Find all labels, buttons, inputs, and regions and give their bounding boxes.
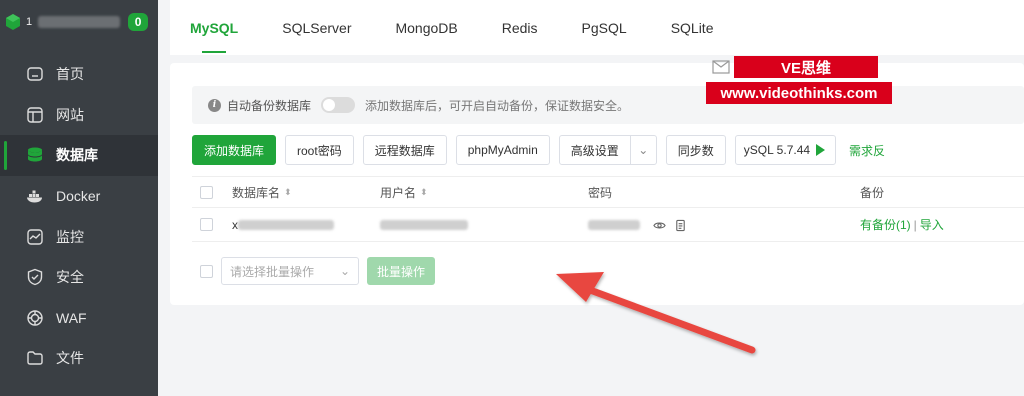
sidebar-menu: 首页 网站 数据库 Docker 监控 安全 WAF 文件 — [0, 54, 158, 379]
copy-icon[interactable] — [674, 219, 687, 232]
column-header-label: 用户名 — [380, 185, 417, 200]
bulk-action-placeholder: 请选择批量操作 — [230, 264, 315, 279]
play-icon — [816, 144, 826, 156]
auto-backup-notice: i 自动备份数据库 添加数据库后，可开启自动备份，保证数据安全。 — [192, 86, 1024, 124]
folder-icon — [27, 351, 43, 366]
shield-icon — [27, 269, 43, 286]
password-cell — [588, 217, 687, 231]
host-redacted — [38, 16, 121, 28]
mysql-version-label: ySQL 5.7.44 — [743, 143, 811, 157]
main-area: MySQL SQLServer MongoDB Redis PgSQL SQLi… — [158, 0, 1024, 396]
bulk-select-checkbox[interactable] — [200, 264, 213, 278]
sidebar-item-security[interactable]: 安全 — [0, 257, 158, 298]
database-table: 数据库名 ⬍ 用户名 ⬍ 密码 备份 x 有备份(1) | 导入 — [192, 176, 1024, 242]
link-separator: | — [913, 218, 917, 232]
watermark-line1: VE思维 — [734, 56, 878, 78]
home-icon — [27, 67, 43, 81]
select-all-checkbox[interactable] — [200, 185, 213, 199]
sidebar-item-database[interactable]: 数据库 — [0, 135, 158, 176]
watermark: VE思维 www.videothinks.com — [706, 56, 892, 106]
sidebar-item-waf[interactable]: WAF — [0, 298, 158, 339]
table-row: x 有备份(1) | 导入 — [192, 208, 1024, 242]
message-count-badge[interactable]: 0 — [128, 13, 149, 31]
root-password-button[interactable]: root密码 — [285, 135, 354, 165]
row-checkbox[interactable] — [200, 218, 213, 231]
auto-backup-label: 自动备份数据库 — [227, 98, 312, 113]
sidebar-item-docker[interactable]: Docker — [0, 176, 158, 217]
column-header-name[interactable]: 数据库名 ⬍ — [232, 184, 292, 201]
sync-button[interactable]: 同步数 — [665, 135, 726, 165]
database-name-redacted — [238, 220, 334, 231]
database-toolbar: 添加数据库 root密码 远程数据库 phpMyAdmin 高级设置 ⌄ 同步数… — [192, 135, 1024, 165]
backup-link[interactable]: 有备份(1) — [860, 218, 911, 232]
column-header-backup: 备份 — [860, 185, 885, 200]
sidebar-item-label: 网站 — [56, 106, 84, 123]
column-header-label: 数据库名 — [232, 185, 281, 200]
database-type-tabs: MySQL SQLServer MongoDB Redis PgSQL SQLi… — [170, 0, 1024, 55]
sidebar-item-label: 文件 — [56, 350, 84, 367]
database-name-cell[interactable]: x — [232, 218, 334, 232]
bulk-action-select[interactable]: 请选择批量操作 ⌄ — [221, 257, 359, 285]
feedback-link[interactable]: 需求反 — [849, 142, 885, 159]
column-header-user[interactable]: 用户名 ⬍ — [380, 184, 428, 201]
auto-backup-hint: 添加数据库后，可开启自动备份，保证数据安全。 — [365, 98, 630, 113]
sidebar-item-label: 监控 — [56, 228, 84, 245]
docker-icon — [27, 190, 42, 203]
sidebar-item-home[interactable]: 首页 — [0, 54, 158, 95]
chevron-down-icon: ⌄ — [339, 264, 350, 278]
sidebar-item-label: 首页 — [56, 66, 84, 83]
sidebar-item-label: 安全 — [56, 269, 84, 286]
sidebar-header: 1 0 — [0, 0, 158, 44]
tab-pgsql[interactable]: PgSQL — [582, 0, 627, 55]
column-header-password: 密码 — [588, 185, 613, 200]
phpmyadmin-button[interactable]: phpMyAdmin — [455, 135, 550, 165]
import-link[interactable]: 导入 — [920, 218, 944, 232]
bulk-actions: 请选择批量操作 ⌄ 批量操作 — [192, 257, 436, 285]
chevron-down-icon: ⌄ — [629, 136, 656, 164]
sort-icon: ⬍ — [420, 186, 428, 197]
bulk-action-button[interactable]: 批量操作 — [367, 257, 436, 285]
eye-icon[interactable] — [653, 219, 667, 232]
sidebar-item-label: Docker — [56, 188, 101, 205]
sidebar-item-label: WAF — [56, 309, 87, 326]
sidebar: 1 0 首页 网站 数据库 Docker 监控 安全 WAF 文件 — [0, 0, 158, 396]
mysql-version-button[interactable]: ySQL 5.7.44 — [734, 135, 837, 165]
tab-redis[interactable]: Redis — [502, 0, 538, 55]
sort-icon: ⬍ — [284, 186, 292, 197]
waf-icon — [27, 310, 43, 326]
watermark-line2: www.videothinks.com — [706, 82, 892, 104]
tab-mysql[interactable]: MySQL — [190, 0, 238, 55]
tab-mongodb[interactable]: MongoDB — [395, 0, 457, 55]
remote-database-button[interactable]: 远程数据库 — [362, 135, 447, 165]
monitor-icon — [27, 228, 43, 245]
add-database-button[interactable]: 添加数据库 — [192, 135, 277, 165]
panel-logo-icon — [6, 14, 20, 30]
auto-backup-toggle[interactable] — [321, 97, 356, 113]
host-label: 1 — [26, 16, 33, 28]
sidebar-item-files[interactable]: 文件 — [0, 338, 158, 379]
sidebar-item-monitor[interactable]: 监控 — [0, 216, 158, 257]
website-icon — [27, 107, 43, 123]
advanced-settings-label: 高级设置 — [570, 143, 619, 158]
password-redacted — [588, 220, 640, 231]
advanced-settings-dropdown[interactable]: 高级设置 ⌄ — [558, 135, 657, 165]
tab-sqlite[interactable]: SQLite — [671, 0, 714, 55]
database-panel: i 自动备份数据库 添加数据库后，可开启自动备份，保证数据安全。 添加数据库 r… — [170, 63, 1024, 305]
username-redacted — [380, 220, 468, 231]
sidebar-item-label: 数据库 — [56, 147, 98, 164]
info-icon: i — [208, 98, 221, 112]
database-icon — [28, 147, 42, 162]
backup-cell: 有备份(1) | 导入 — [860, 216, 944, 233]
watermark-logo-icon — [712, 60, 730, 74]
tab-sqlserver[interactable]: SQLServer — [282, 0, 351, 55]
sidebar-item-website[interactable]: 网站 — [0, 95, 158, 136]
username-cell — [380, 218, 468, 232]
table-header: 数据库名 ⬍ 用户名 ⬍ 密码 备份 — [192, 176, 1024, 208]
